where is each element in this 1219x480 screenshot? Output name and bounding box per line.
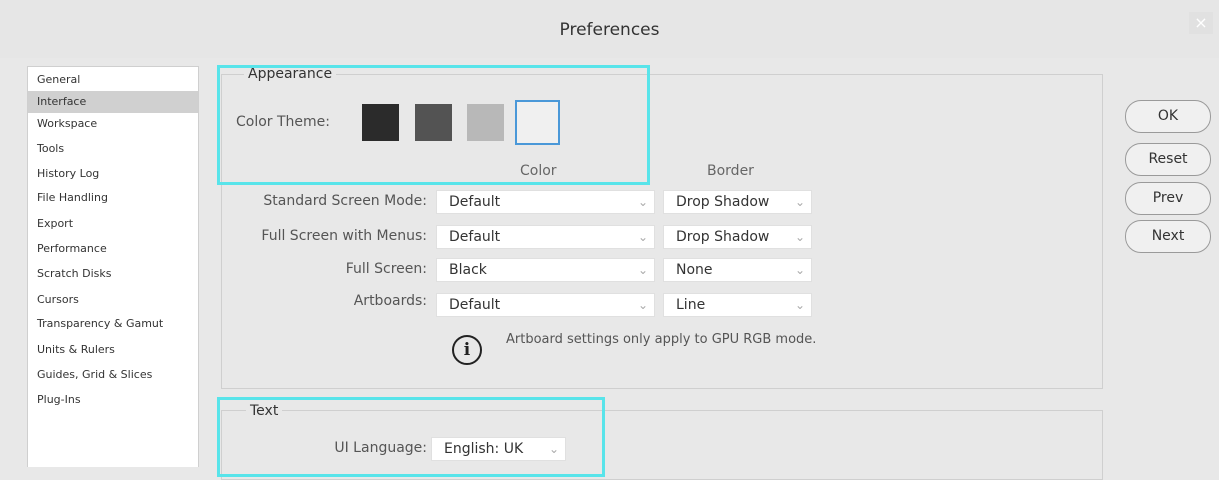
full-screen-menus-label: Full Screen with Menus:: [261, 228, 427, 244]
sidebar-item-tools[interactable]: Tools: [28, 138, 198, 160]
sidebar-item-transparency-gamut[interactable]: Transparency & Gamut: [28, 313, 198, 335]
sidebar-item-file-handling[interactable]: File Handling: [28, 187, 198, 209]
title-bar: Preferences ×: [0, 0, 1219, 58]
standard-screen-mode-label: Standard Screen Mode:: [263, 193, 427, 209]
sidebar-item-cursors[interactable]: Cursors: [28, 289, 198, 311]
next-button[interactable]: Next: [1125, 220, 1211, 253]
select-value: Drop Shadow: [676, 194, 770, 210]
sidebar-item-performance[interactable]: Performance: [28, 238, 198, 260]
sidebar-item-general[interactable]: General: [28, 69, 198, 91]
standard-screen-color-select[interactable]: Default ⌄: [436, 190, 655, 214]
sidebar-item-workspace[interactable]: Workspace: [28, 113, 198, 135]
select-value: Default: [449, 297, 501, 313]
sidebar-item-history-log[interactable]: History Log: [28, 163, 198, 185]
chevron-down-icon: ⌄: [637, 298, 648, 312]
theme-swatch-darkest[interactable]: [362, 104, 399, 141]
artboards-label: Artboards:: [353, 293, 427, 309]
preferences-sidebar: General Interface Workspace Tools Histor…: [27, 66, 199, 467]
chevron-down-icon: ⌄: [794, 263, 805, 277]
window-title: Preferences: [559, 20, 660, 40]
color-theme-label: Color Theme:: [236, 114, 331, 130]
select-value: Black: [449, 262, 487, 278]
full-screen-color-select[interactable]: Black ⌄: [436, 258, 655, 282]
color-column-header: Color: [520, 163, 557, 179]
chevron-down-icon: ⌄: [548, 442, 559, 456]
chevron-down-icon: ⌄: [637, 263, 648, 277]
full-screen-label: Full Screen:: [345, 261, 427, 277]
sidebar-item-export[interactable]: Export: [28, 213, 198, 235]
artboard-note: Artboard settings only apply to GPU RGB …: [506, 332, 817, 347]
sidebar-item-guides-grid-slices[interactable]: Guides, Grid & Slices: [28, 364, 198, 386]
prev-button[interactable]: Prev: [1125, 182, 1211, 215]
full-screen-border-select[interactable]: None ⌄: [663, 258, 812, 282]
theme-swatch-lightest-selected[interactable]: [515, 100, 560, 145]
chevron-down-icon: ⌄: [794, 298, 805, 312]
artboards-border-select[interactable]: Line ⌄: [663, 293, 812, 317]
ui-language-label: UI Language:: [334, 440, 427, 456]
chevron-down-icon: ⌄: [637, 230, 648, 244]
info-icon: i: [452, 335, 482, 365]
sidebar-item-interface[interactable]: Interface: [28, 91, 198, 113]
sidebar-item-units-rulers[interactable]: Units & Rulers: [28, 339, 198, 361]
select-value: English: UK: [444, 441, 524, 457]
theme-swatch-light[interactable]: [467, 104, 504, 141]
chevron-down-icon: ⌄: [637, 195, 648, 209]
select-value: Default: [449, 229, 501, 245]
close-icon[interactable]: ×: [1189, 12, 1213, 34]
full-screen-menus-border-select[interactable]: Drop Shadow ⌄: [663, 225, 812, 249]
chevron-down-icon: ⌄: [794, 230, 805, 244]
select-value: Drop Shadow: [676, 229, 770, 245]
select-value: Default: [449, 194, 501, 210]
chevron-down-icon: ⌄: [794, 195, 805, 209]
artboards-color-select[interactable]: Default ⌄: [436, 293, 655, 317]
sidebar-item-plug-ins[interactable]: Plug-Ins: [28, 389, 198, 411]
full-screen-menus-color-select[interactable]: Default ⌄: [436, 225, 655, 249]
ok-button[interactable]: OK: [1125, 100, 1211, 133]
select-value: None: [676, 262, 713, 278]
ui-language-select[interactable]: English: UK ⌄: [431, 437, 566, 461]
border-column-header: Border: [707, 163, 754, 179]
select-value: Line: [676, 297, 706, 313]
theme-swatch-dark[interactable]: [415, 104, 452, 141]
standard-screen-border-select[interactable]: Drop Shadow ⌄: [663, 190, 812, 214]
sidebar-item-scratch-disks[interactable]: Scratch Disks: [28, 263, 198, 285]
reset-button[interactable]: Reset: [1125, 143, 1211, 176]
